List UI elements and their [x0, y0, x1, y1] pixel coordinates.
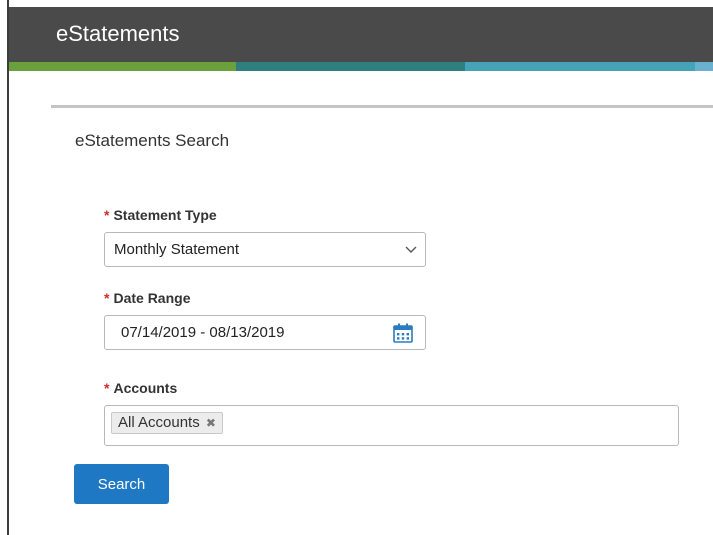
- app-header: eStatements: [9, 7, 713, 62]
- app-title: eStatements: [56, 21, 180, 46]
- statement-type-value: Monthly Statement: [114, 241, 240, 258]
- calendar-icon[interactable]: [392, 322, 414, 344]
- accounts-label-text: Accounts: [113, 380, 178, 396]
- statement-type-label: * Statement Type: [104, 207, 217, 223]
- header-stripe-teal: [236, 62, 465, 71]
- remove-tag-icon[interactable]: ✖: [206, 416, 216, 430]
- search-button[interactable]: Search: [74, 464, 169, 504]
- date-range-input[interactable]: 07/14/2019 - 08/13/2019: [104, 315, 426, 350]
- date-range-label: * Date Range: [104, 290, 190, 306]
- account-tag-label: All Accounts: [118, 414, 200, 431]
- account-tag: All Accounts ✖: [111, 412, 223, 434]
- date-range-value: 07/14/2019 - 08/13/2019: [121, 324, 285, 341]
- required-marker: *: [104, 380, 110, 396]
- panel-top-border: [51, 105, 713, 108]
- left-border: [7, 0, 9, 535]
- header-stripe-light-blue: [695, 62, 713, 71]
- accounts-multiselect[interactable]: All Accounts ✖: [104, 405, 679, 446]
- required-marker: *: [104, 207, 110, 223]
- statement-type-label-text: Statement Type: [113, 207, 217, 223]
- header-stripe-green: [9, 62, 236, 71]
- statement-type-select[interactable]: Monthly Statement: [104, 232, 426, 267]
- panel-title: eStatements Search: [75, 131, 230, 150]
- header-stripe-cyan: [465, 62, 695, 71]
- date-range-label-text: Date Range: [113, 290, 191, 306]
- required-marker: *: [104, 290, 110, 306]
- chevron-down-icon: [405, 246, 417, 253]
- accounts-label: * Accounts: [104, 380, 177, 396]
- estatements-page: eStatements eStatements Search * Statemen…: [0, 0, 713, 535]
